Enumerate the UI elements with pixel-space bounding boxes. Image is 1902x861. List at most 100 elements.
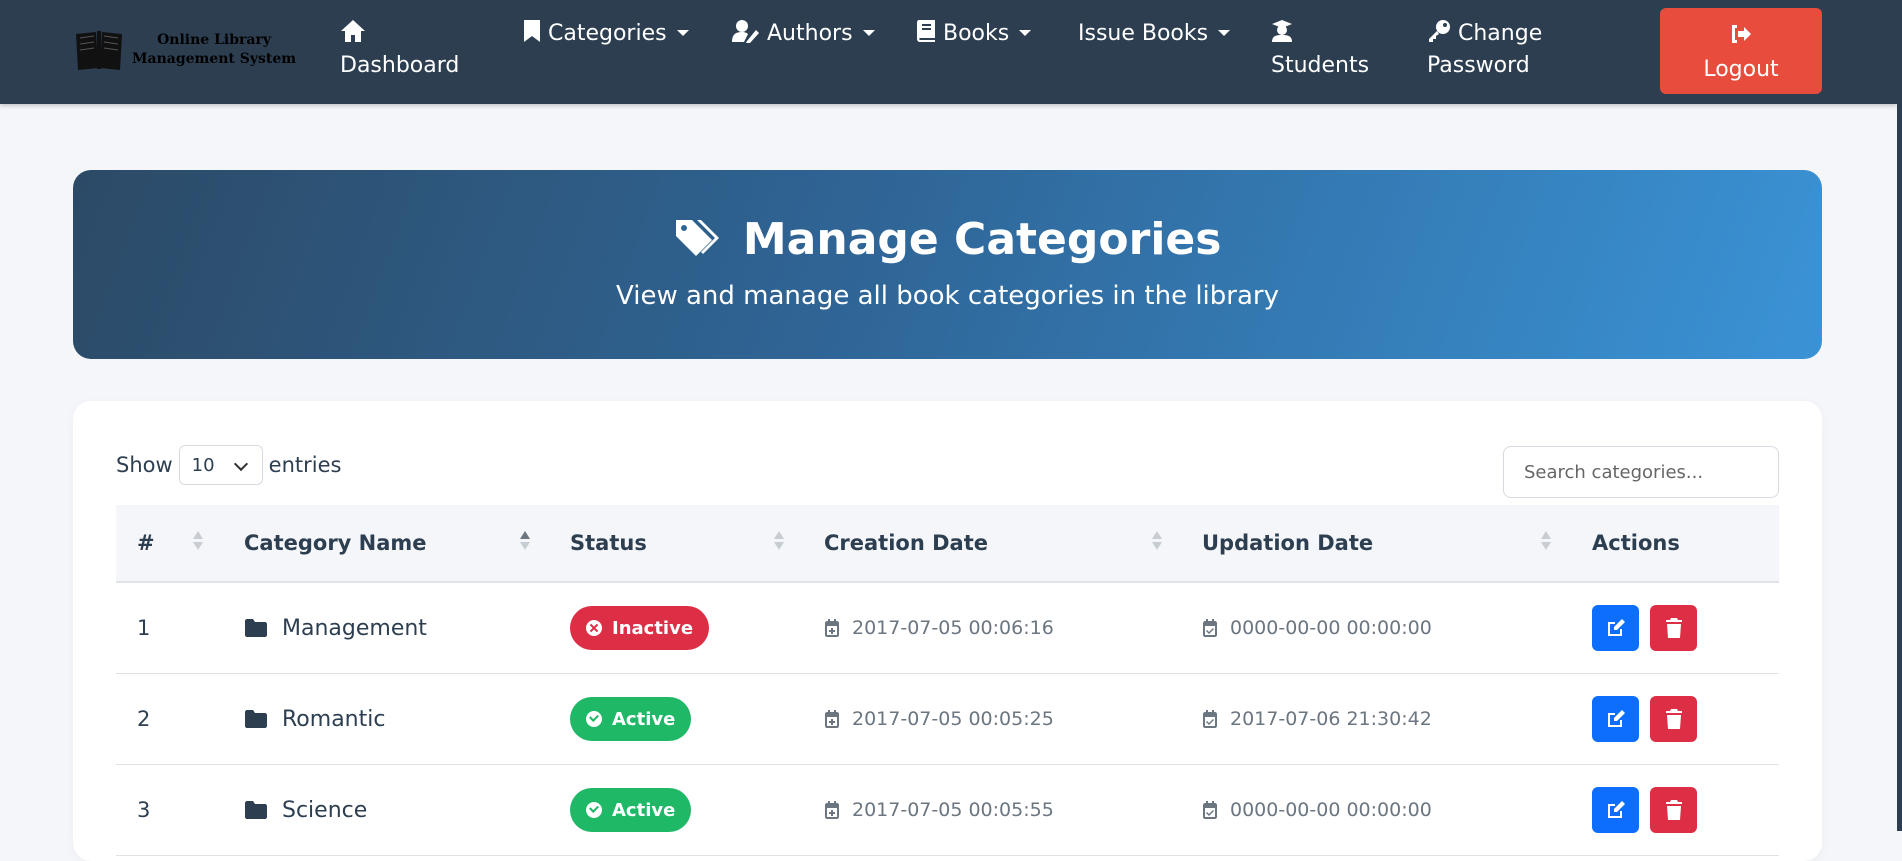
category-name-cell: Management — [244, 583, 427, 673]
updation-date-cell: 0000-00-00 00:00:00 — [1202, 765, 1432, 855]
page-title: Manage Categories — [73, 212, 1822, 268]
key-icon — [1429, 20, 1450, 42]
page-subtitle: View and manage all book categories in t… — [616, 281, 1279, 311]
edit-icon — [1607, 619, 1625, 636]
logout-button[interactable]: Logout — [1660, 8, 1822, 94]
status-badge: Active — [570, 697, 692, 741]
tags-icon — [675, 220, 719, 256]
trash-icon — [1665, 709, 1682, 729]
nav-categories[interactable]: Categories — [523, 18, 689, 50]
entries-label: entries — [268, 453, 342, 477]
user-pen-icon — [732, 20, 759, 43]
nav-categories-label: Categories — [548, 21, 667, 46]
column-header-number[interactable]: # — [137, 505, 155, 581]
nav-dashboard-label: Dashboard — [340, 53, 460, 78]
folder-icon — [245, 619, 267, 637]
actions-cell — [1592, 765, 1708, 855]
chevron-down-icon — [233, 456, 248, 472]
calendar-check-icon — [1203, 710, 1217, 728]
sign-out-icon — [1732, 25, 1751, 43]
column-header-category-name[interactable]: Category Name — [244, 505, 427, 581]
folder-icon — [245, 710, 267, 728]
column-header-creation-date[interactable]: Creation Date — [824, 505, 988, 581]
home-icon — [341, 20, 365, 42]
creation-date: 2017-07-05 00:06:16 — [852, 617, 1054, 639]
delete-button[interactable] — [1650, 696, 1697, 742]
nav-books-label: Books — [943, 21, 1010, 46]
brand-title: Online Library Management System — [132, 31, 297, 69]
status-text: Inactive — [612, 617, 694, 639]
category-name: Science — [282, 797, 368, 823]
navbar: Online Library Management System Dashboa… — [0, 0, 1897, 104]
nav-change-password-line1: Change — [1458, 21, 1543, 46]
scrollbar[interactable] — [1897, 0, 1902, 831]
nav-change-password[interactable]: Change Password — [1427, 18, 1542, 82]
edit-icon — [1607, 801, 1625, 818]
nav-students[interactable]: Students — [1271, 18, 1369, 82]
row-number: 3 — [137, 798, 151, 822]
sort-icon[interactable] — [774, 531, 784, 555]
check-circle-icon — [586, 711, 602, 727]
sort-asc-icon[interactable] — [520, 531, 530, 555]
delete-button[interactable] — [1650, 605, 1697, 651]
nav-issue-books[interactable]: Issue Books — [1078, 18, 1231, 50]
creation-date-cell: 2017-07-05 00:05:55 — [824, 765, 1054, 855]
creation-date-cell: 2017-07-05 00:05:25 — [824, 674, 1054, 764]
delete-button[interactable] — [1650, 787, 1697, 833]
open-book-icon — [76, 31, 122, 70]
sort-icon[interactable] — [1541, 531, 1551, 555]
caret-down-icon — [1019, 30, 1032, 36]
caret-down-icon — [862, 30, 875, 36]
status-text: Active — [612, 799, 676, 821]
calendar-plus-icon — [825, 710, 839, 728]
edit-button[interactable] — [1592, 787, 1639, 833]
status-badge: Inactive — [570, 606, 710, 650]
bookmark-icon — [524, 20, 540, 42]
calendar-plus-icon — [825, 619, 839, 637]
calendar-check-icon — [1203, 801, 1217, 819]
updation-date-cell: 0000-00-00 00:00:00 — [1202, 583, 1432, 673]
caret-down-icon — [676, 30, 689, 36]
creation-date: 2017-07-05 00:05:55 — [852, 799, 1054, 821]
logout-label: Logout — [1703, 57, 1779, 82]
column-header-updation-date[interactable]: Updation Date — [1202, 505, 1373, 581]
table-row: 1 Management Inactive 2017-07-05 00:06:1… — [116, 583, 1779, 674]
creation-date: 2017-07-05 00:05:25 — [852, 708, 1054, 730]
row-number: 1 — [137, 616, 151, 640]
updation-date-cell: 2017-07-06 21:30:42 — [1202, 674, 1432, 764]
nav-change-password-line2: Password — [1427, 53, 1530, 78]
updation-date: 2017-07-06 21:30:42 — [1230, 708, 1432, 730]
edit-button[interactable] — [1592, 696, 1639, 742]
sort-icon[interactable] — [1152, 531, 1162, 555]
nav-books[interactable]: Books — [916, 18, 1032, 50]
page-title-text: Manage Categories — [742, 214, 1222, 265]
row-number: 2 — [137, 707, 151, 731]
column-header-status[interactable]: Status — [570, 505, 647, 581]
trash-icon — [1665, 800, 1682, 820]
column-header-actions: Actions — [1592, 531, 1680, 555]
entries-select[interactable]: 10 — [178, 445, 263, 485]
status-cell: Active — [570, 765, 692, 855]
creation-date-cell: 2017-07-05 00:06:16 — [824, 583, 1054, 673]
brand-line-1: Online Library — [157, 32, 271, 48]
nav-dashboard[interactable]: Dashboard — [340, 18, 459, 82]
check-circle-icon — [586, 802, 602, 818]
search-input[interactable] — [1503, 446, 1779, 498]
status-text: Active — [612, 708, 676, 730]
brand-line-2: Management System — [132, 51, 297, 67]
edit-icon — [1607, 710, 1625, 727]
brand[interactable]: Online Library Management System — [74, 26, 297, 74]
table-header: # Category Name Status Creation Date Upd… — [116, 505, 1779, 583]
actions-cell — [1592, 674, 1708, 764]
entries-length-control: Show 10 entries — [116, 445, 341, 485]
folder-icon — [245, 801, 267, 819]
categories-card: Show 10 entries # Category Name Status C… — [73, 401, 1822, 861]
sort-icon[interactable] — [193, 531, 203, 555]
status-cell: Active — [570, 674, 692, 764]
nav-students-label: Students — [1271, 53, 1370, 78]
calendar-check-icon — [1203, 619, 1217, 637]
edit-button[interactable] — [1592, 605, 1639, 651]
show-label: Show — [116, 453, 173, 477]
nav-authors[interactable]: Authors — [732, 18, 875, 50]
actions-cell — [1592, 583, 1708, 673]
